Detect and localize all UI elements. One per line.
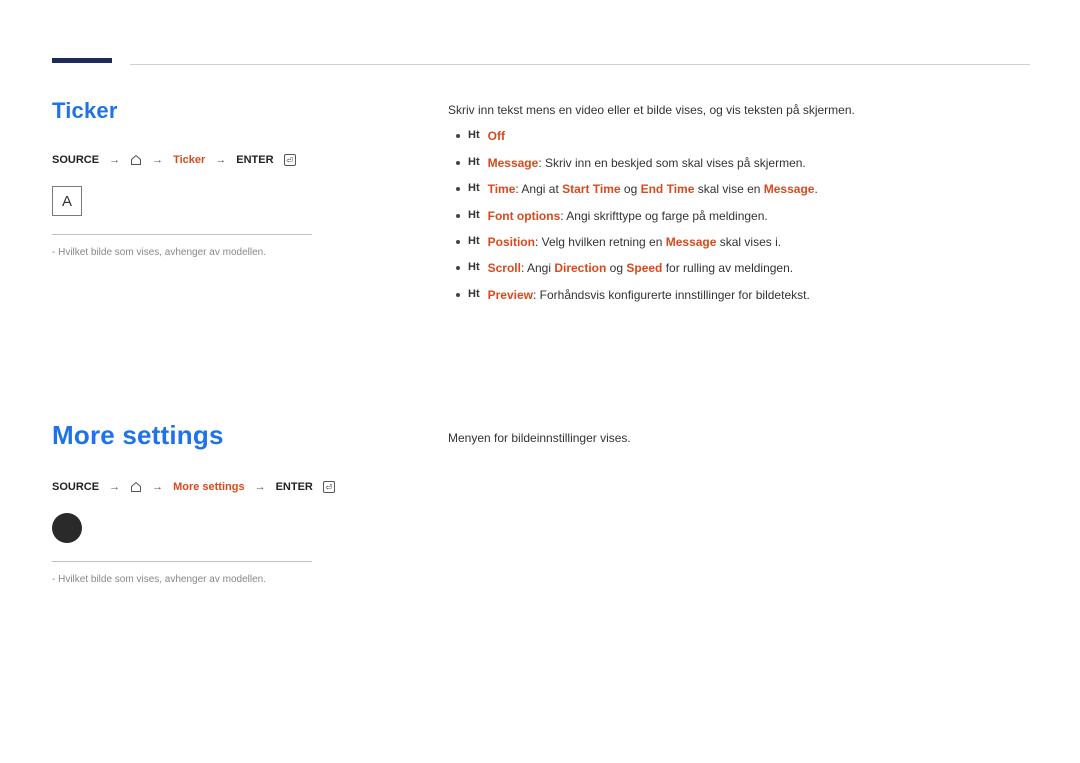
bullet-icon [456, 240, 460, 244]
scroll-dir: Direction [554, 261, 606, 275]
scroll-speed: Speed [626, 261, 662, 275]
item-prefix: Ht [468, 126, 480, 145]
list-item: Ht Font options: Angi skrifttype og farg… [448, 206, 1030, 226]
section-more-right: Menyen for bildeinnstillinger vises. [448, 428, 1030, 448]
more-breadcrumb: SOURCE → → More settings → ENTER ⏎ [52, 481, 392, 493]
list-item: Ht Time: Angi at Start Time og End Time … [448, 179, 1030, 199]
breadcrumb-source: SOURCE [52, 481, 99, 493]
time-pre: : Angi at [515, 182, 562, 196]
ticker-intro: Skriv inn tekst mens en video eller et b… [448, 100, 1030, 120]
ticker-note: - Hvilket bilde som vises, avhenger av m… [52, 247, 392, 258]
accent-bar [52, 58, 112, 63]
section-ticker-left: Ticker SOURCE → → Ticker → ENTER ⏎ A - H… [52, 98, 392, 258]
list-item: Ht Off [448, 126, 1030, 146]
time-label: Time [488, 182, 516, 196]
item-prefix: Ht [468, 258, 480, 277]
preview-label: Preview [488, 288, 533, 302]
time-msg: Message [764, 182, 815, 196]
scroll-og: og [606, 261, 626, 275]
item-prefix: Ht [468, 232, 480, 251]
bullet-icon [456, 134, 460, 138]
item-prefix: Ht [468, 285, 480, 304]
arrow-icon: → [255, 481, 266, 493]
arrow-icon: → [152, 481, 163, 493]
more-note: - Hvilket bilde som vises, avhenger av m… [52, 574, 392, 585]
scroll-pre: : Angi [521, 261, 554, 275]
arrow-icon: → [109, 481, 120, 493]
breadcrumb-more: More settings [173, 481, 245, 493]
ticker-title: Ticker [52, 98, 392, 124]
enter-icon: ⏎ [284, 154, 296, 166]
list-item: Ht Scroll: Angi Direction og Speed for r… [448, 258, 1030, 278]
more-title: More settings [52, 420, 392, 451]
breadcrumb-enter: ENTER [276, 481, 313, 493]
breadcrumb-enter: ENTER [236, 154, 273, 166]
separator-line [52, 234, 312, 235]
arrow-icon: → [109, 154, 120, 166]
list-item: Ht Message: Skriv inn en beskjed som ska… [448, 153, 1030, 173]
time-end: End Time [641, 182, 695, 196]
item-prefix: Ht [468, 179, 480, 198]
enter-icon: ⏎ [323, 481, 335, 493]
time-start: Start Time [562, 182, 620, 196]
bullet-icon [456, 161, 460, 165]
thumb-letter: A [62, 193, 72, 210]
pos-pre: : Velg hvilken retning en [535, 235, 666, 249]
top-rule [130, 64, 1030, 65]
breadcrumb-source: SOURCE [52, 154, 99, 166]
scroll-label: Scroll [488, 261, 521, 275]
ticker-breadcrumb: SOURCE → → Ticker → ENTER ⏎ [52, 154, 392, 166]
bullet-icon [456, 266, 460, 270]
bullet-icon [456, 214, 460, 218]
arrow-icon: → [152, 154, 163, 166]
more-thumbnail [52, 513, 82, 543]
item-off: Off [488, 129, 505, 143]
breadcrumb-ticker: Ticker [173, 154, 205, 166]
scroll-post: for rulling av meldingen. [662, 261, 793, 275]
list-item: Ht Position: Velg hvilken retning en Mes… [448, 232, 1030, 252]
separator-line [52, 561, 312, 562]
item-prefix: Ht [468, 153, 480, 172]
time-post: skal vise en [694, 182, 763, 196]
message-text: : Skriv inn en beskjed som skal vises på… [538, 156, 805, 170]
message-label: Message [488, 156, 539, 170]
ticker-thumbnail: A [52, 186, 82, 216]
section-ticker-right: Skriv inn tekst mens en video eller et b… [448, 100, 1030, 305]
home-icon [130, 481, 142, 493]
preview-text: : Forhåndsvis konfigurerte innstillinger… [533, 288, 810, 302]
pos-post: skal vises i. [716, 235, 781, 249]
more-body: Menyen for bildeinnstillinger vises. [448, 428, 1030, 448]
font-label: Font options [488, 209, 561, 223]
time-og: og [621, 182, 641, 196]
pos-msg: Message [666, 235, 717, 249]
pos-label: Position [488, 235, 535, 249]
list-item: Ht Preview: Forhåndsvis konfigurerte inn… [448, 285, 1030, 305]
bullet-icon [456, 187, 460, 191]
section-more-left: More settings SOURCE → → More settings →… [52, 420, 392, 585]
arrow-icon: → [215, 154, 226, 166]
font-text: : Angi skrifttype og farge på meldingen. [560, 209, 767, 223]
item-prefix: Ht [468, 206, 480, 225]
bullet-icon [456, 293, 460, 297]
home-icon [130, 154, 142, 166]
